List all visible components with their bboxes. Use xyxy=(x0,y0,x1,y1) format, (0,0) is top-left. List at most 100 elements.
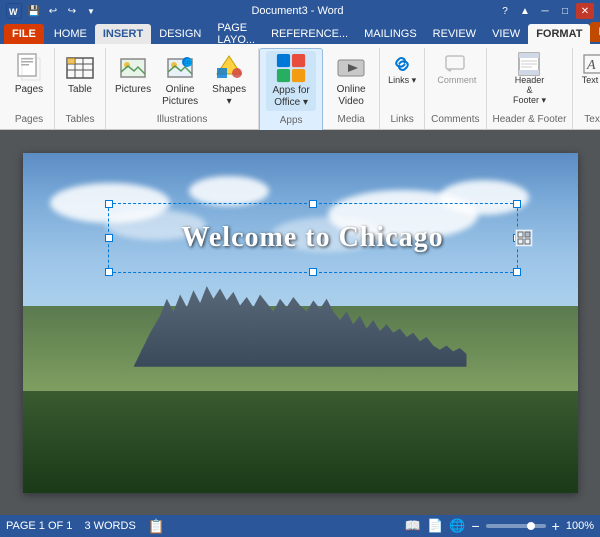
title-bar-left: W 💾 ↩ ↪ ▼ xyxy=(6,3,99,19)
undo-btn[interactable]: ↩ xyxy=(45,3,61,19)
apps-for-office-label: Apps for Office ▾ xyxy=(269,85,313,109)
online-video-label: Online Video xyxy=(332,84,370,108)
illustrations-group-label: Illustrations xyxy=(112,114,252,127)
close-btn[interactable]: ✕ xyxy=(576,3,594,19)
header-footer-label: Header &Footer ▾ xyxy=(511,76,547,106)
ribbon-group-links: Links ▾ Links xyxy=(380,48,425,129)
ribbon-group-header-footer: Header &Footer ▾ Header & Footer xyxy=(487,48,574,129)
tab-mailings[interactable]: MAILINGS xyxy=(356,24,425,44)
pictures-label: Pictures xyxy=(115,84,151,96)
save-quick-btn[interactable]: 💾 xyxy=(26,3,42,19)
document-area: ↻ xyxy=(0,130,600,515)
view-read-icon[interactable]: 📖 xyxy=(405,518,421,534)
tab-file[interactable]: FILE xyxy=(4,24,44,44)
svg-text:W: W xyxy=(9,7,18,17)
table-button[interactable]: Table xyxy=(61,50,99,98)
ribbon-collapse-btn[interactable]: ▲ xyxy=(516,3,534,19)
header-footer-icon xyxy=(517,52,541,76)
pictures-button[interactable]: Pictures xyxy=(112,50,154,98)
pages-button[interactable]: Pages xyxy=(10,50,48,98)
tab-page-layout[interactable]: PAGE LAYO... xyxy=(209,24,263,44)
table-label: Table xyxy=(68,84,92,96)
tab-view[interactable]: VIEW xyxy=(484,24,528,44)
online-video-icon xyxy=(335,52,367,84)
pages-icon xyxy=(13,52,45,84)
apps-group-label: Apps xyxy=(266,115,316,128)
media-group-label: Media xyxy=(329,114,373,127)
maximize-btn[interactable]: □ xyxy=(556,3,574,19)
tables-group-label: Tables xyxy=(61,114,99,127)
ribbon-content: Pages Pages Table Tables Pictures xyxy=(0,44,600,130)
links-group-content: Links ▾ xyxy=(386,50,418,114)
svg-text:A: A xyxy=(586,58,596,73)
tab-format[interactable]: FORMAT xyxy=(528,24,590,44)
text-button[interactable]: A Text ▾ xyxy=(579,50,600,88)
help-btn[interactable]: ? xyxy=(496,3,514,19)
pages-group-label: Pages xyxy=(10,114,48,127)
header-footer-button[interactable]: Header &Footer ▾ xyxy=(509,50,549,108)
welcome-text[interactable]: Welcome to Chicago xyxy=(108,203,518,273)
status-bar: PAGE 1 OF 1 3 WORDS 📋 📖 📄 🌐 − + 100% xyxy=(0,515,600,537)
apps-for-office-button[interactable]: Apps for Office ▾ xyxy=(266,51,316,111)
tab-references[interactable]: REFERENCE... xyxy=(263,24,356,44)
text-group-label: Text xyxy=(579,114,600,127)
svg-text:🌐: 🌐 xyxy=(184,58,193,67)
view-print-icon[interactable]: 📄 xyxy=(427,518,443,534)
comments-group-label: Comments xyxy=(431,114,479,127)
text-icon: A xyxy=(581,52,600,76)
comment-icon xyxy=(443,52,467,76)
ribbon-group-comments: Comment Comments xyxy=(425,48,486,129)
text-box-container[interactable]: Welcome to Chicago xyxy=(108,203,518,273)
shapes-button[interactable]: Shapes ▾ xyxy=(206,50,252,110)
ground-dark-layer xyxy=(23,391,578,493)
tables-group-content: Table xyxy=(61,50,99,114)
pictures-icon xyxy=(117,52,149,84)
online-pictures-button[interactable]: 🌐 Online Pictures xyxy=(158,50,202,110)
tab-insert[interactable]: INSERT xyxy=(95,24,151,44)
status-left: PAGE 1 OF 1 3 WORDS 📋 xyxy=(6,518,397,535)
proofing-icon[interactable]: 📋 xyxy=(148,518,165,535)
apps-for-office-icon xyxy=(275,53,307,85)
comment-button[interactable]: Comment xyxy=(435,50,475,88)
redo-btn[interactable]: ↪ xyxy=(64,3,80,19)
zoom-plus-btn[interactable]: + xyxy=(552,518,560,534)
tab-design[interactable]: DESIGN xyxy=(151,24,209,44)
tab-review[interactable]: REVIEW xyxy=(425,24,484,44)
links-label: Links ▾ xyxy=(388,76,416,86)
page-info: PAGE 1 OF 1 xyxy=(6,520,72,532)
tab-dr[interactable]: DR... xyxy=(590,22,600,42)
window-title: Document3 - Word xyxy=(99,5,496,17)
ribbon-group-text: A Text ▾ Text xyxy=(573,48,600,129)
media-group-content: Online Video xyxy=(329,50,373,114)
comment-label: Comment xyxy=(437,76,473,86)
view-web-icon[interactable]: 🌐 xyxy=(449,518,465,534)
pages-label: Pages xyxy=(15,84,43,96)
pages-group-content: Pages xyxy=(10,50,48,114)
links-group-label: Links xyxy=(386,114,418,127)
online-video-button[interactable]: Online Video xyxy=(329,50,373,110)
text-group-content: A Text ▾ xyxy=(579,50,600,114)
word-icon: W xyxy=(6,3,22,19)
shapes-icon xyxy=(213,52,245,84)
ribbon-group-tables: Table Tables xyxy=(55,48,106,129)
header-footer-group-label: Header & Footer xyxy=(493,114,567,127)
ribbon-group-apps: Apps for Office ▾ Apps xyxy=(259,48,323,130)
table-icon xyxy=(64,52,96,84)
online-pictures-icon: 🌐 xyxy=(164,52,196,84)
tab-home[interactable]: HOME xyxy=(46,24,95,44)
zoom-percent: 100% xyxy=(566,520,594,532)
online-pictures-label: Online Pictures xyxy=(161,84,199,108)
shapes-label: Shapes ▾ xyxy=(209,84,249,108)
illustrations-group-content: Pictures 🌐 Online Pictures Shapes ▾ xyxy=(112,50,252,114)
header-footer-group-content: Header &Footer ▾ xyxy=(509,50,549,114)
customize-btn[interactable]: ▼ xyxy=(83,3,99,19)
quick-access-toolbar: 💾 ↩ ↪ ▼ xyxy=(26,3,99,19)
links-icon xyxy=(390,52,414,76)
word-count: 3 WORDS xyxy=(84,520,135,532)
ribbon-group-pages: Pages Pages xyxy=(4,48,55,129)
minimize-btn[interactable]: ─ xyxy=(536,3,554,19)
links-button[interactable]: Links ▾ xyxy=(386,50,418,88)
zoom-slider[interactable] xyxy=(486,524,546,528)
apps-group-content: Apps for Office ▾ xyxy=(266,51,316,115)
zoom-minus-btn[interactable]: − xyxy=(471,518,479,534)
